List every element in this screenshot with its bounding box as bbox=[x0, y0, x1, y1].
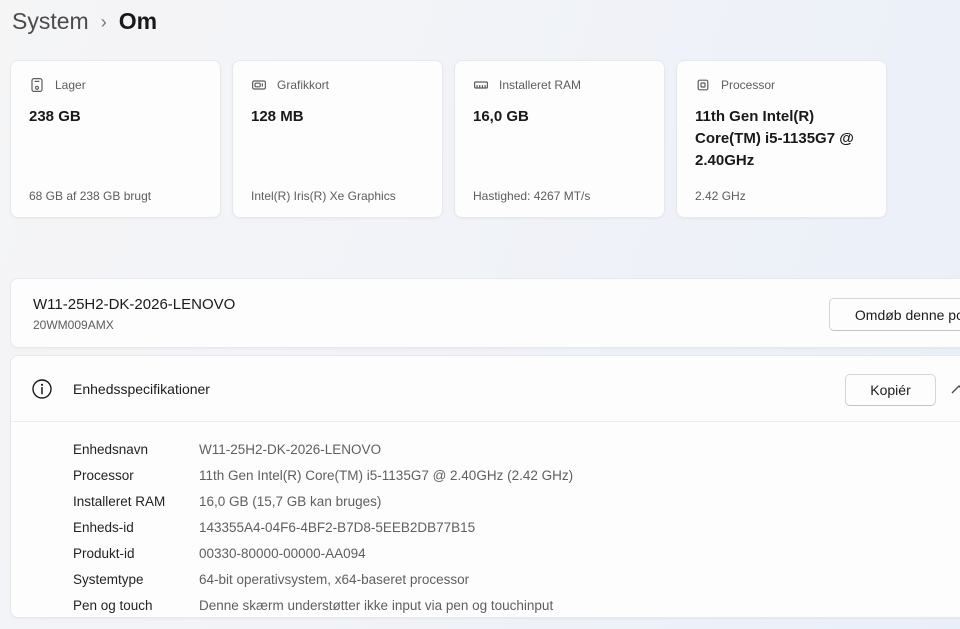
spec-row-installed-ram: Installeret RAM 16,0 GB (15,7 GB kan bru… bbox=[11, 488, 960, 514]
device-name-card: W11-25H2-DK-2026-LENOVO 20WM009AMX Omdøb… bbox=[10, 278, 960, 348]
ram-card-header: Installeret RAM bbox=[473, 77, 646, 93]
storage-card-footer: 68 GB af 238 GB brugt bbox=[29, 189, 152, 203]
spec-row-device-name: Enhedsnavn W11-25H2-DK-2026-LENOVO bbox=[11, 436, 960, 462]
processor-card-title: Processor bbox=[721, 78, 776, 92]
ram-card: Installeret RAM 16,0 GB Hastighed: 4267 … bbox=[454, 60, 665, 218]
chevron-right-icon: › bbox=[100, 12, 107, 32]
storage-card-value: 238 GB bbox=[29, 108, 81, 125]
ram-card-title: Installeret RAM bbox=[499, 78, 582, 92]
processor-card-footer: 2.42 GHz bbox=[695, 189, 746, 203]
spec-label: Enheds-id bbox=[73, 519, 134, 535]
graphics-card-value: 128 MB bbox=[251, 108, 304, 125]
device-model: 20WM009AMX bbox=[33, 318, 114, 332]
spec-row-device-id: Enheds-id 143355A4-04F6-4BF2-B7D8-5EEB2D… bbox=[11, 514, 960, 540]
spec-value: 64-bit operativsystem, x64-baseret proce… bbox=[199, 571, 470, 587]
copy-button[interactable]: Kopiér bbox=[845, 374, 936, 406]
ram-card-value: 16,0 GB bbox=[473, 108, 529, 125]
spec-row-product-id: Produkt-id 00330-80000-00000-AA094 bbox=[11, 540, 960, 566]
device-specifications-header[interactable]: Enhedsspecifikationer Kopiér bbox=[11, 356, 960, 422]
storage-icon bbox=[29, 77, 45, 93]
processor-card-value: 11th Gen Intel(R) Core(TM) i5-1135G7 @ 2… bbox=[695, 108, 854, 169]
graphics-card-header: Grafikkort bbox=[251, 77, 424, 93]
breadcrumb: System › Om bbox=[12, 8, 157, 35]
spec-value: 11th Gen Intel(R) Core(TM) i5-1135G7 @ 2… bbox=[199, 467, 574, 483]
spec-value: W11-25H2-DK-2026-LENOVO bbox=[199, 441, 382, 457]
ram-card-footer: Hastighed: 4267 MT/s bbox=[473, 189, 591, 203]
chevron-up-icon[interactable] bbox=[947, 378, 960, 402]
page-title: Om bbox=[118, 8, 158, 34]
graphics-card-title: Grafikkort bbox=[277, 78, 330, 92]
cpu-icon bbox=[695, 77, 711, 93]
gpu-icon bbox=[251, 77, 267, 93]
spec-label: Enhedsnavn bbox=[73, 441, 149, 457]
ram-icon bbox=[473, 77, 489, 93]
spec-rows: Enhedsnavn W11-25H2-DK-2026-LENOVO Proce… bbox=[11, 422, 960, 618]
spec-row-pen-touch: Pen og touch Denne skærm understøtter ik… bbox=[11, 592, 960, 618]
storage-card-header: Lager bbox=[29, 77, 202, 93]
spec-value: Denne skærm understøtter ikke input via … bbox=[199, 597, 554, 613]
spec-value: 00330-80000-00000-AA094 bbox=[199, 545, 366, 561]
graphics-card: Grafikkort 128 MB Intel(R) Iris(R) Xe Gr… bbox=[232, 60, 443, 218]
spec-label: Pen og touch bbox=[73, 597, 153, 613]
graphics-card-footer: Intel(R) Iris(R) Xe Graphics bbox=[251, 189, 396, 203]
summary-cards: Lager 238 GB 68 GB af 238 GB brugt Grafi… bbox=[10, 60, 887, 218]
rename-pc-button[interactable]: Omdøb denne pc bbox=[829, 298, 960, 331]
storage-card-title: Lager bbox=[55, 78, 86, 92]
spec-row-system-type: Systemtype 64-bit operativsystem, x64-ba… bbox=[11, 566, 960, 592]
settings-about-page: System › Om Lager 238 GB 68 GB af 238 GB… bbox=[0, 0, 960, 629]
spec-row-processor: Processor 11th Gen Intel(R) Core(TM) i5-… bbox=[11, 462, 960, 488]
device-specifications-card: Enhedsspecifikationer Kopiér Enhedsnavn … bbox=[10, 355, 960, 618]
device-name: W11-25H2-DK-2026-LENOVO bbox=[33, 296, 236, 313]
spec-label: Systemtype bbox=[73, 571, 144, 587]
processor-card-header: Processor bbox=[695, 77, 868, 93]
info-icon bbox=[31, 378, 53, 405]
device-specifications-title: Enhedsspecifikationer bbox=[73, 381, 210, 397]
processor-card: Processor 11th Gen Intel(R) Core(TM) i5-… bbox=[676, 60, 887, 218]
storage-card: Lager 238 GB 68 GB af 238 GB brugt bbox=[10, 60, 221, 218]
breadcrumb-system[interactable]: System bbox=[12, 8, 89, 35]
spec-value: 143355A4-04F6-4BF2-B7D8-5EEB2DB77B15 bbox=[199, 519, 476, 535]
spec-label: Processor bbox=[73, 467, 134, 483]
spec-label: Produkt-id bbox=[73, 545, 135, 561]
spec-label: Installeret RAM bbox=[73, 493, 166, 509]
spec-value: 16,0 GB (15,7 GB kan bruges) bbox=[199, 493, 382, 509]
